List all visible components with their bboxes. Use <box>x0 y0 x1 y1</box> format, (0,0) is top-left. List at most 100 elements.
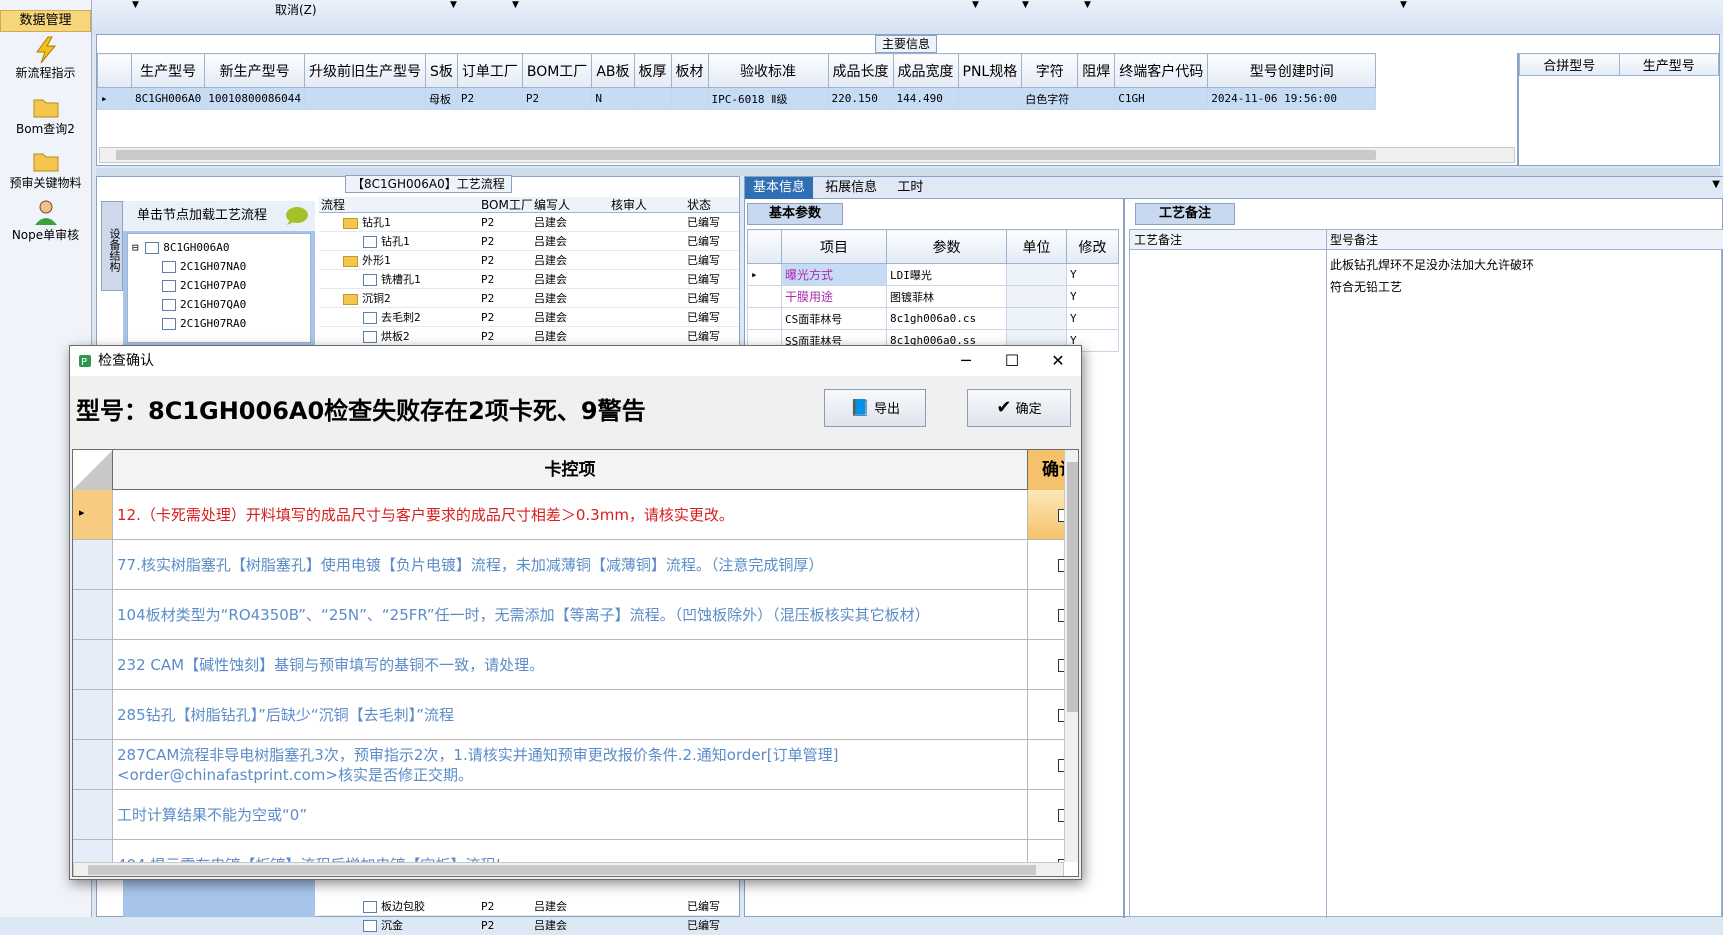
column-header[interactable]: 成品长度 <box>827 53 894 88</box>
column-header[interactable]: 生产型号 <box>1618 53 1719 76</box>
table-cell[interactable]: C1GH <box>1114 87 1209 110</box>
table-cell[interactable] <box>670 87 709 110</box>
column-header[interactable]: AB板 <box>591 53 635 88</box>
tree-node[interactable]: 2C1GH07PA0 <box>132 276 306 295</box>
table-cell[interactable]: LDI曝光 <box>886 263 1007 286</box>
tab-process-remark[interactable]: 工艺备注 <box>1135 203 1235 225</box>
tab-extended-info[interactable]: 拓展信息 <box>817 177 885 199</box>
flow-row[interactable]: 钻孔1 P2 吕建会 已编写 <box>319 213 739 232</box>
column-header[interactable]: 升级前旧生产型号 <box>303 53 426 88</box>
column-header[interactable]: 板材 <box>670 53 709 88</box>
scrollbar-thumb[interactable] <box>1067 462 1078 712</box>
splitter[interactable] <box>96 168 1720 176</box>
table-cell[interactable]: P2 <box>521 87 593 110</box>
table-cell[interactable]: IPC-6018 Ⅱ级 <box>707 87 829 110</box>
tree-node[interactable]: 2C1GH07QA0 <box>132 295 306 314</box>
dropdown-arrow-icon[interactable]: ▼ <box>1022 0 1029 10</box>
table-cell[interactable] <box>957 87 1023 110</box>
column-header[interactable]: 参数 <box>886 229 1007 264</box>
column-header[interactable]: 板厚 <box>633 53 672 88</box>
table-cell[interactable] <box>303 87 426 110</box>
horizontal-scrollbar[interactable] <box>99 147 1515 163</box>
dropdown-arrow-icon[interactable]: ▼ <box>1084 0 1091 10</box>
column-header[interactable]: 新生产型号 <box>204 53 305 88</box>
check-item-row[interactable]: 104板材类型为“RO4350B”、“25N”、“25FR”任一时，无需添加【等… <box>73 590 1078 640</box>
check-item-row[interactable]: 工时计算结果不能为空或“0” <box>73 790 1078 840</box>
tab-basic-params[interactable]: 基本参数 <box>747 203 843 225</box>
flow-row[interactable]: 板边包胶 P2 吕建会 已编写 <box>319 897 739 916</box>
table-cell[interactable]: 图镀菲林 <box>886 285 1007 308</box>
table-row[interactable]: CS面菲林号 8c1gh006a0.cs Y <box>747 307 1119 330</box>
dropdown-arrow-icon[interactable]: ▼ <box>972 0 979 10</box>
table-cell[interactable]: 母板 <box>424 87 458 110</box>
column-header[interactable]: 卡控项 <box>113 450 1027 490</box>
row-selector[interactable] <box>73 790 113 839</box>
table-cell[interactable]: 白色字符 <box>1021 87 1079 110</box>
table-cell[interactable] <box>1006 285 1067 308</box>
flow-row[interactable]: 铣槽孔1 P2 吕建会 已编写 <box>319 270 739 289</box>
check-item-row[interactable]: ▸ 12.（卡死需处理）开料填写的成品尺寸与客户要求的成品尺寸相差＞0.3mm，请… <box>73 490 1078 540</box>
column-header[interactable]: 验收标准 <box>707 53 829 88</box>
table-cell[interactable]: P2 <box>456 87 523 110</box>
table-cell[interactable]: Y <box>1066 263 1119 286</box>
sidebar-item-key-material[interactable]: 预审关键物料 <box>0 146 91 191</box>
column-header[interactable]: BOM工厂 <box>521 53 593 88</box>
column-header[interactable]: PNL规格 <box>957 53 1023 88</box>
row-selector[interactable] <box>73 690 113 739</box>
row-selector[interactable]: ▸ <box>73 490 113 539</box>
export-button[interactable]: 📘 导出 <box>824 389 926 427</box>
column-header[interactable]: 核审人 <box>611 197 647 213</box>
dropdown-arrow-icon[interactable]: ▼ <box>450 0 457 10</box>
flow-row[interactable]: 去毛刺2 P2 吕建会 已编写 <box>319 308 739 327</box>
column-header[interactable]: 阻焊 <box>1077 53 1116 88</box>
column-header[interactable]: 单位 <box>1006 229 1067 264</box>
check-item-row[interactable]: 404.提示需在电镀【板镀】流程后增加电镀【空板】流程! <box>73 840 1078 862</box>
flow-row[interactable]: 烘板2 P2 吕建会 已编写 <box>319 327 739 346</box>
table-cell[interactable]: 144.490 <box>892 87 959 110</box>
sidebar-item-bom-query[interactable]: Bom查询2 <box>0 92 91 137</box>
vertical-scrollbar[interactable] <box>1064 450 1078 862</box>
column-header[interactable]: 型号创建时间 <box>1207 53 1377 88</box>
sidebar-item-new-flow[interactable]: 新流程指示 <box>0 36 91 81</box>
tab-device-structure[interactable]: 设备结构 <box>101 201 123 291</box>
tab-work-hours[interactable]: 工时 <box>889 177 931 199</box>
vertical-splitter[interactable] <box>1123 199 1125 918</box>
column-header[interactable]: 终端客户代码 <box>1114 53 1209 88</box>
table-cell[interactable] <box>1006 263 1067 286</box>
column-header[interactable]: 状态 <box>687 197 711 213</box>
column-header[interactable]: 流程 <box>321 197 345 213</box>
collapse-icon[interactable]: ⊟ <box>132 241 139 254</box>
tree-node-root[interactable]: ⊟ 8C1GH006A0 <box>132 238 306 257</box>
table-cell[interactable] <box>1077 87 1116 110</box>
table-cell[interactable]: CS面菲林号 <box>781 307 887 330</box>
model-remark-text[interactable]: 此板钻孔焊环不足没办法加大允许破环 符合无铅工艺 <box>1330 254 1534 298</box>
ok-button[interactable]: ✔ 确定 <box>967 389 1071 427</box>
cancel-button[interactable]: 取消(Z) <box>275 1 317 18</box>
flow-row[interactable]: 沉金 P2 吕建会 已编写 <box>319 916 739 935</box>
table-cell[interactable]: 2024-11-06 19:56:00 <box>1207 87 1377 110</box>
column-header[interactable]: 编写人 <box>534 197 570 213</box>
table-row[interactable]: ▸ 8C1GH006A0 10010800086044 母板 P2 P2 N I… <box>97 87 1377 110</box>
check-item-row[interactable]: 285钻孔【树脂钻孔】”后缺少“沉铜【去毛刺】”流程 <box>73 690 1078 740</box>
tree-node[interactable]: 2C1GH07NA0 <box>132 257 306 276</box>
table-cell[interactable]: 干膜用途 <box>781 285 887 308</box>
table-row[interactable]: 干膜用途 图镀菲林 Y <box>747 285 1119 308</box>
dialog-title-bar[interactable]: P 检查确认 ─ ☐ ✕ <box>70 346 1081 376</box>
close-icon[interactable]: ✕ <box>1035 346 1081 376</box>
row-selector[interactable] <box>73 540 113 589</box>
column-header[interactable]: 项目 <box>781 229 887 264</box>
select-all-corner[interactable] <box>73 450 113 490</box>
table-cell[interactable]: 8C1GH006A0 <box>130 87 206 110</box>
column-header[interactable]: 合拼型号 <box>1519 53 1620 76</box>
flow-row[interactable]: 钻孔1 P2 吕建会 已编写 <box>319 232 739 251</box>
flow-row[interactable]: 沉铜2 P2 吕建会 已编写 <box>319 289 739 308</box>
table-cell[interactable]: 220.150 <box>827 87 894 110</box>
maximize-icon[interactable]: ☐ <box>989 346 1035 376</box>
row-selector[interactable] <box>73 840 113 862</box>
flow-row[interactable]: 外形1 P2 吕建会 已编写 <box>319 251 739 270</box>
column-header[interactable]: 修改 <box>1066 229 1119 264</box>
table-cell[interactable] <box>1006 307 1067 330</box>
horizontal-scrollbar[interactable] <box>73 862 1064 876</box>
sidebar-data-management[interactable]: 数据管理 <box>0 10 91 32</box>
table-cell[interactable] <box>633 87 672 110</box>
